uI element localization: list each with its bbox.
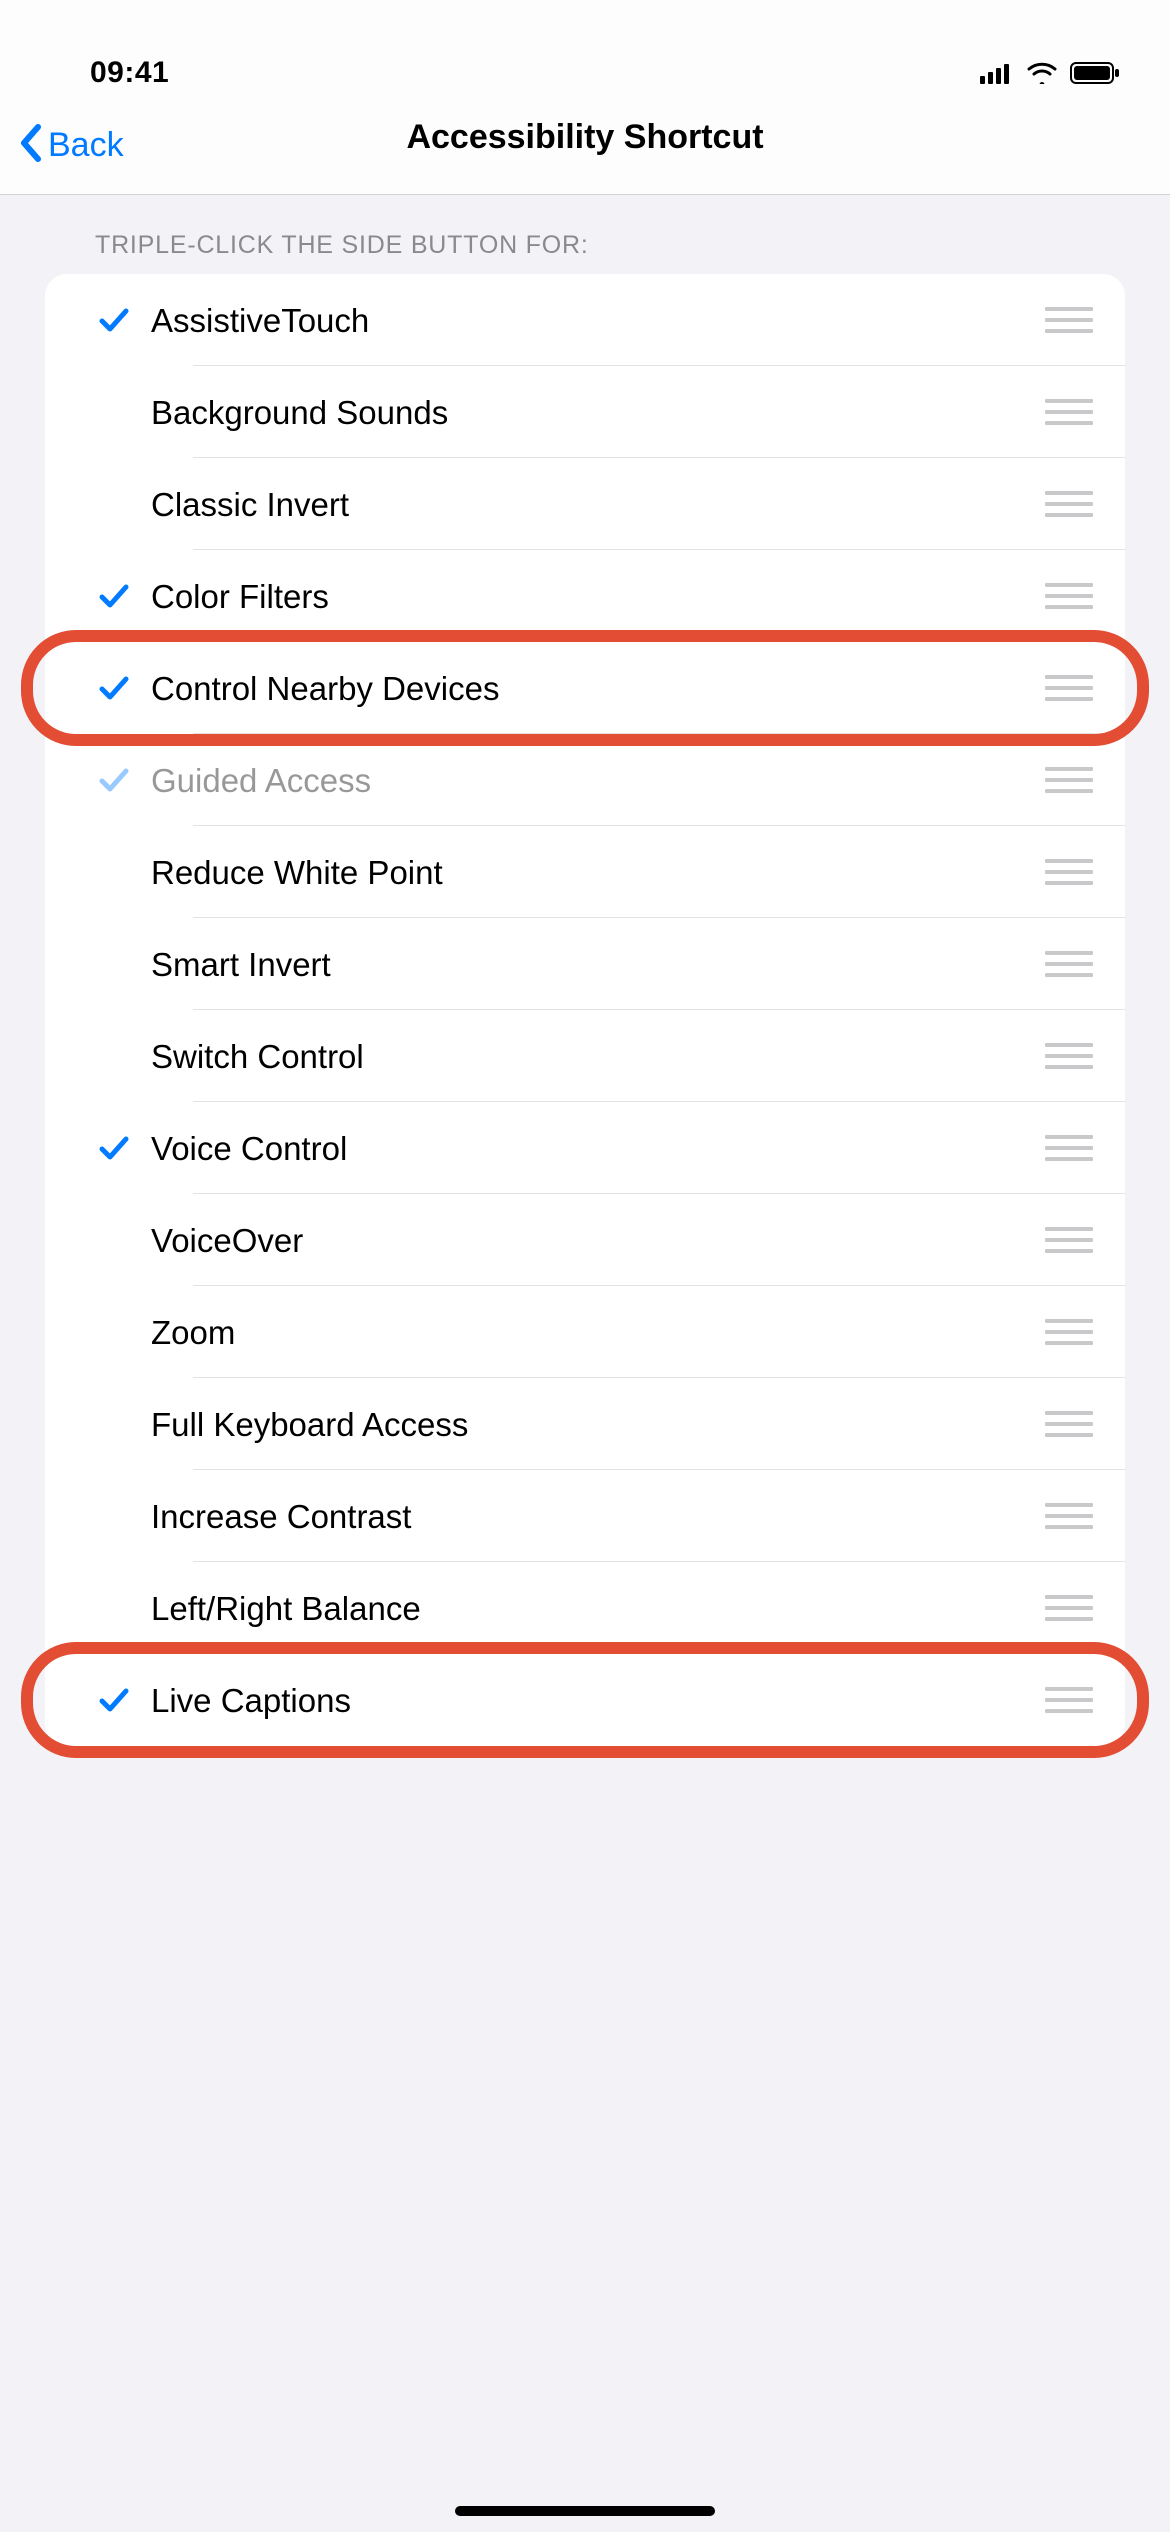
list-item[interactable]: Control Nearby Devices bbox=[45, 642, 1125, 734]
check-slot bbox=[85, 1131, 143, 1165]
list-item-label: Increase Contrast bbox=[143, 1496, 1039, 1536]
back-button[interactable]: Back bbox=[0, 123, 124, 172]
status-bar: 09:41 bbox=[0, 0, 1170, 100]
home-indicator bbox=[455, 2506, 715, 2516]
reorder-handle-icon[interactable] bbox=[1039, 301, 1099, 339]
list-item-label: Left/Right Balance bbox=[143, 1588, 1039, 1628]
accessibility-options-list: AssistiveTouch Background Sounds Classic I… bbox=[45, 274, 1125, 1746]
reorder-handle-icon[interactable] bbox=[1039, 1037, 1099, 1075]
list-item-label: Guided Access bbox=[143, 760, 1039, 800]
list-item-label: Reduce White Point bbox=[143, 852, 1039, 892]
list-item[interactable]: Background Sounds bbox=[45, 366, 1125, 458]
checkmark-icon bbox=[97, 303, 131, 337]
back-label: Back bbox=[48, 126, 124, 165]
reorder-handle-icon[interactable] bbox=[1039, 1681, 1099, 1719]
list-item[interactable]: Live Captions bbox=[45, 1654, 1125, 1746]
list-item-label: Full Keyboard Access bbox=[143, 1404, 1039, 1444]
checkmark-icon bbox=[97, 671, 131, 705]
check-slot bbox=[85, 579, 143, 613]
reorder-handle-icon[interactable] bbox=[1039, 1313, 1099, 1351]
reorder-handle-icon[interactable] bbox=[1039, 485, 1099, 523]
list-item-label: Live Captions bbox=[143, 1680, 1039, 1720]
cellular-icon bbox=[980, 62, 1014, 89]
status-indicators bbox=[980, 61, 1120, 90]
reorder-handle-icon[interactable] bbox=[1039, 1405, 1099, 1443]
list-item-label: Switch Control bbox=[143, 1036, 1039, 1076]
check-slot bbox=[85, 303, 143, 337]
list-item[interactable]: VoiceOver bbox=[45, 1194, 1125, 1286]
reorder-handle-icon[interactable] bbox=[1039, 577, 1099, 615]
list-item-label: AssistiveTouch bbox=[143, 300, 1039, 340]
section-header: Triple-click the side button for: bbox=[0, 195, 1170, 274]
checkmark-icon bbox=[97, 1683, 131, 1717]
reorder-handle-icon[interactable] bbox=[1039, 1589, 1099, 1627]
status-time: 09:41 bbox=[90, 56, 169, 90]
list-item-label: Control Nearby Devices bbox=[143, 668, 1039, 708]
list-item-label: Zoom bbox=[143, 1312, 1039, 1352]
list-item[interactable]: Voice Control bbox=[45, 1102, 1125, 1194]
list-item[interactable]: Left/Right Balance bbox=[45, 1562, 1125, 1654]
reorder-handle-icon[interactable] bbox=[1039, 1129, 1099, 1167]
nav-header: Back Accessibility Shortcut bbox=[0, 100, 1170, 195]
reorder-handle-icon[interactable] bbox=[1039, 393, 1099, 431]
reorder-handle-icon[interactable] bbox=[1039, 1221, 1099, 1259]
list-item[interactable]: Zoom bbox=[45, 1286, 1125, 1378]
check-slot bbox=[85, 763, 143, 797]
reorder-handle-icon[interactable] bbox=[1039, 1497, 1099, 1535]
list-item-label: Background Sounds bbox=[143, 392, 1039, 432]
list-item[interactable]: Color Filters bbox=[45, 550, 1125, 642]
reorder-handle-icon[interactable] bbox=[1039, 761, 1099, 799]
list-item[interactable]: Guided Access bbox=[45, 734, 1125, 826]
wifi-icon bbox=[1026, 62, 1058, 89]
checkmark-icon bbox=[97, 579, 131, 613]
check-slot bbox=[85, 671, 143, 705]
page-title: Accessibility Shortcut bbox=[406, 118, 763, 157]
battery-icon bbox=[1070, 61, 1120, 90]
list-item[interactable]: Reduce White Point bbox=[45, 826, 1125, 918]
list-item-label: Color Filters bbox=[143, 576, 1039, 616]
list-item[interactable]: Switch Control bbox=[45, 1010, 1125, 1102]
list-item-label: Classic Invert bbox=[143, 484, 1039, 524]
list-item[interactable]: Full Keyboard Access bbox=[45, 1378, 1125, 1470]
reorder-handle-icon[interactable] bbox=[1039, 669, 1099, 707]
checkmark-icon bbox=[97, 763, 131, 797]
list-item[interactable]: Smart Invert bbox=[45, 918, 1125, 1010]
chevron-left-icon bbox=[18, 123, 42, 172]
list-item-label: Smart Invert bbox=[143, 944, 1039, 984]
reorder-handle-icon[interactable] bbox=[1039, 853, 1099, 891]
checkmark-icon bbox=[97, 1131, 131, 1165]
list-item[interactable]: AssistiveTouch bbox=[45, 274, 1125, 366]
list-item-label: VoiceOver bbox=[143, 1220, 1039, 1260]
check-slot bbox=[85, 1683, 143, 1717]
reorder-handle-icon[interactable] bbox=[1039, 945, 1099, 983]
list-item-label: Voice Control bbox=[143, 1128, 1039, 1168]
list-item[interactable]: Increase Contrast bbox=[45, 1470, 1125, 1562]
list-item[interactable]: Classic Invert bbox=[45, 458, 1125, 550]
